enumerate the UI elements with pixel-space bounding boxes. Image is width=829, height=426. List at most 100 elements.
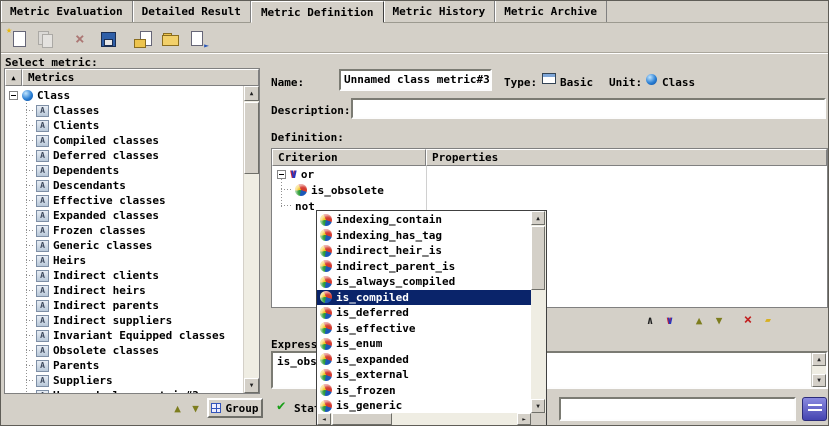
tree-item-indirect-suppliers[interactable]: Indirect suppliers	[5, 313, 243, 328]
remove-metric-button[interactable]	[68, 26, 93, 51]
scroll-down-icon[interactable]	[244, 378, 259, 393]
column-header-criterion[interactable]: Criterion	[272, 149, 426, 166]
tree-item-label: Indirect heirs	[53, 284, 146, 297]
criterion-option-is-always-compiled[interactable]: is_always_compiled	[317, 274, 531, 290]
option-label: is_external	[336, 368, 409, 381]
criterion-option-is-compiled[interactable]: is_compiled	[317, 290, 531, 306]
erase-criterion-button[interactable]: ▰	[759, 311, 777, 329]
tree-vertical-scrollbar[interactable]	[243, 86, 259, 393]
tree-item-indirect-heirs[interactable]: Indirect heirs	[5, 283, 243, 298]
tab-metric-history[interactable]: Metric History	[384, 1, 496, 22]
tree-item-frozen-classes[interactable]: Frozen classes	[5, 223, 243, 238]
tree-item-indirect-parents[interactable]: Indirect parents	[5, 298, 243, 313]
scroll-thumb[interactable]	[531, 226, 545, 290]
sort-ascending-icon[interactable]: ▲	[5, 69, 22, 86]
scroll-up-icon[interactable]	[531, 211, 545, 225]
tree-item-effective-classes[interactable]: Effective classes	[5, 193, 243, 208]
move-criterion-down-icon: ▼	[716, 314, 723, 327]
criterion-option-is-deferred[interactable]: is_deferred	[317, 305, 531, 321]
move-metric-down-button[interactable]	[187, 400, 204, 417]
criterion-option-is-expanded[interactable]: is_expanded	[317, 352, 531, 368]
tree-item-label: Indirect parents	[53, 299, 159, 312]
tree-item-parents[interactable]: Parents	[5, 358, 243, 373]
new-metric-icon	[8, 29, 27, 48]
tree-item-descendants[interactable]: Descendants	[5, 178, 243, 193]
and-criterion-button[interactable]: ∧	[641, 311, 659, 329]
name-input[interactable]: Unnamed class metric#3	[339, 69, 492, 91]
tree-item-obsolete-classes[interactable]: Obsolete classes	[5, 343, 243, 358]
duplicate-metric-button[interactable]	[32, 26, 57, 51]
criterion-option-indirect-heir-is[interactable]: indirect_heir_is	[317, 243, 531, 259]
tree-item-suppliers[interactable]: Suppliers	[5, 373, 243, 388]
tree-item-expanded-classes[interactable]: Expanded classes	[5, 208, 243, 223]
scroll-left-icon[interactable]	[317, 413, 331, 425]
criterion-option-is-external[interactable]: is_external	[317, 367, 531, 383]
save-metric-button[interactable]	[95, 26, 120, 51]
criterion-option-indexing-has-tag[interactable]: indexing_has_tag	[317, 228, 531, 244]
metric-icon	[36, 210, 49, 222]
tab-metric-archive[interactable]: Metric Archive	[495, 1, 607, 22]
criterion-option-is-frozen[interactable]: is_frozen	[317, 383, 531, 399]
tree-item-classes[interactable]: Classes	[5, 103, 243, 118]
criterion-popup-list: indexing_containindexing_has_tagindirect…	[317, 211, 531, 413]
export-metrics-button[interactable]	[185, 26, 210, 51]
tree-item-deferred-classes[interactable]: Deferred classes	[5, 148, 243, 163]
tree-item-invariant-equipped-classes[interactable]: Invariant Equipped classes	[5, 328, 243, 343]
criterion-option-is-generic[interactable]: is_generic	[317, 398, 531, 413]
tree-item-generic-classes[interactable]: Generic classes	[5, 238, 243, 253]
tab-metric-definition[interactable]: Metric Definition	[251, 1, 384, 23]
option-label: is_compiled	[336, 291, 409, 304]
scroll-right-icon[interactable]	[517, 413, 531, 425]
group-toggle-button[interactable]: Group	[207, 398, 263, 418]
or-criterion-button[interactable]: ∨	[661, 311, 679, 329]
criterion-row-is-obsolete[interactable]: is_obsolete	[272, 182, 827, 198]
move-metric-up-button[interactable]	[169, 400, 186, 417]
tree-item-indirect-clients[interactable]: Indirect clients	[5, 268, 243, 283]
move-criterion-up-button[interactable]: ▲	[690, 311, 708, 329]
scroll-up-icon[interactable]	[812, 353, 826, 366]
metric-icon	[36, 345, 49, 357]
expression-scrollbar[interactable]	[811, 353, 826, 387]
expand-collapse-icon[interactable]	[9, 91, 18, 100]
move-criterion-down-button[interactable]: ▼	[710, 311, 728, 329]
tree-column-header-metrics[interactable]: Metrics	[22, 69, 259, 86]
popup-vertical-scrollbar[interactable]	[531, 211, 546, 413]
tree-item-compiled-classes[interactable]: Compiled classes	[5, 133, 243, 148]
new-metric-button[interactable]	[5, 26, 30, 51]
criterion-option-is-effective[interactable]: is_effective	[317, 321, 531, 337]
description-input[interactable]	[351, 98, 826, 119]
import-metrics-button[interactable]	[131, 26, 156, 51]
criterion-option-indexing-contain[interactable]: indexing_contain	[317, 212, 531, 228]
option-label: is_effective	[336, 322, 415, 335]
definition-table-header: Criterion Properties	[272, 149, 827, 166]
or-criterion-icon: ∨	[667, 314, 674, 327]
metric-icon	[36, 375, 49, 387]
scroll-up-icon[interactable]	[244, 86, 259, 101]
tree-item-heirs[interactable]: Heirs	[5, 253, 243, 268]
criterion-option-indirect-parent-is[interactable]: indirect_parent_is	[317, 259, 531, 275]
popup-horizontal-scrollbar[interactable]	[317, 413, 531, 426]
scroll-down-icon[interactable]	[812, 374, 826, 387]
criterion-row-or[interactable]: ∨or	[272, 166, 827, 182]
tree-item-clients[interactable]: Clients	[5, 118, 243, 133]
criterion-icon	[320, 353, 332, 365]
metric-icon	[36, 150, 49, 162]
open-metric-archive-button[interactable]	[158, 26, 183, 51]
remove-criterion-button[interactable]: ×	[739, 311, 757, 329]
scroll-thumb[interactable]	[244, 102, 259, 174]
erase-criterion-icon: ▰	[765, 315, 771, 326]
expand-collapse-icon[interactable]	[277, 170, 286, 179]
metric-icon	[36, 270, 49, 282]
criterion-option-is-enum[interactable]: is_enum	[317, 336, 531, 352]
criterion-label: or	[301, 168, 314, 181]
scroll-thumb[interactable]	[332, 413, 392, 425]
tab-metric-evaluation[interactable]: Metric Evaluation	[1, 1, 133, 22]
tree-item-class[interactable]: Class	[5, 88, 243, 103]
column-header-properties[interactable]: Properties	[426, 149, 827, 166]
tree-item-unnamed-class-metric-3[interactable]: Unnamed class metric#3	[5, 388, 243, 393]
scroll-down-icon[interactable]	[531, 399, 545, 413]
tree-item-dependents[interactable]: Dependents	[5, 163, 243, 178]
tab-detailed-result[interactable]: Detailed Result	[133, 1, 251, 22]
comment-button[interactable]	[802, 397, 827, 421]
comment-field[interactable]	[559, 397, 796, 421]
